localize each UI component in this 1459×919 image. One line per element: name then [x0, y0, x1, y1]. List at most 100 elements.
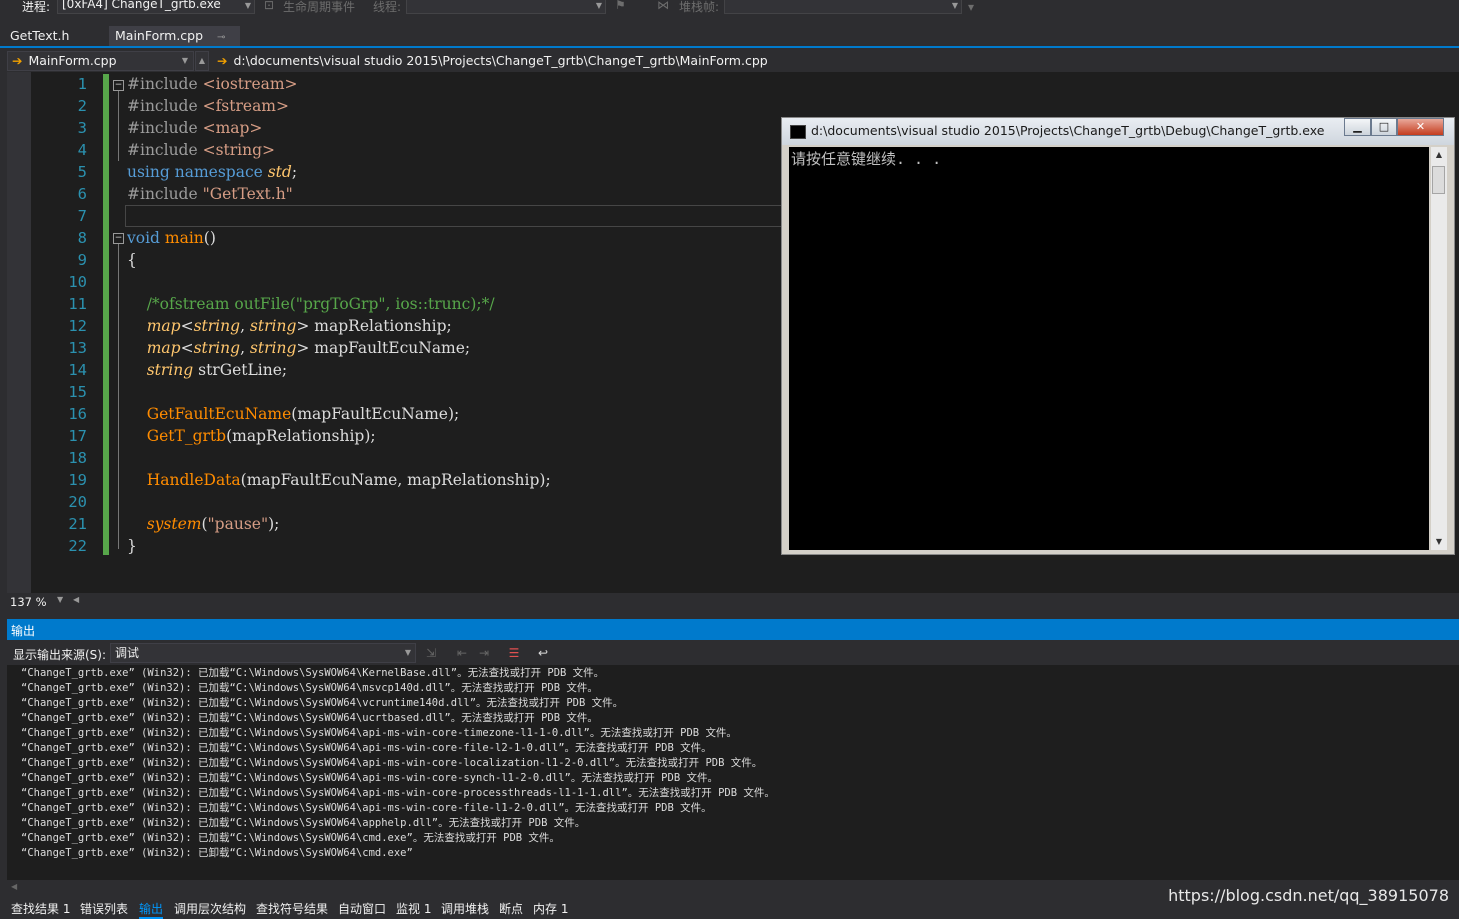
scroll-up-icon[interactable]: ▲: [1431, 147, 1447, 163]
lifecycle-icon[interactable]: ⊡: [264, 0, 274, 12]
tab-output[interactable]: 输出: [139, 900, 164, 919]
output-line: “ChangeT_grtb.exe” (Win32): 已加载“C:\Windo…: [21, 682, 598, 694]
output-line: “ChangeT_grtb.exe” (Win32): 已加载“C:\Windo…: [21, 697, 624, 709]
collapse-icon[interactable]: −: [113, 80, 124, 91]
output-line: “ChangeT_grtb.exe” (Win32): 已加载“C:\Windo…: [21, 802, 712, 814]
output-source-combo[interactable]: 调试 ▼: [110, 643, 416, 663]
output-line: “ChangeT_grtb.exe” (Win32): 已加载“C:\Windo…: [21, 787, 775, 799]
line-number: 18: [68, 449, 87, 467]
tab-breakpoints[interactable]: 断点: [499, 900, 523, 917]
outline-line: [118, 244, 119, 549]
tab-find-results-1[interactable]: 查找结果 1: [11, 900, 70, 917]
maximize-button[interactable]: □: [1371, 118, 1397, 136]
next-message-icon[interactable]: ⇥: [476, 645, 492, 661]
tab-autos[interactable]: 自动窗口: [338, 900, 386, 917]
tab-call-stack[interactable]: 调用堆栈: [441, 900, 489, 917]
member-path-combo[interactable]: ➔ d:\documents\visual studio 2015\Project…: [212, 51, 1459, 71]
indicator-margin[interactable]: [7, 72, 31, 593]
output-panel-title: 输出: [11, 624, 36, 638]
tab-label: MainForm.cpp: [115, 28, 204, 43]
output-text[interactable]: “ChangeT_grtb.exe” (Win32): 已加载“C:\Windo…: [7, 665, 1459, 880]
minimize-button[interactable]: ▁: [1344, 118, 1371, 136]
line-number: 16: [68, 405, 87, 423]
console-output[interactable]: 请按任意键继续. . .: [789, 147, 1429, 550]
tab-label: GetText.h: [10, 28, 70, 43]
clear-all-icon[interactable]: ☰: [506, 645, 522, 661]
line-number: 11: [68, 295, 87, 313]
code-line-5: using namespace std;: [127, 163, 298, 181]
current-line-highlight: [125, 205, 805, 227]
code-line-1: #include <iostream>: [127, 75, 298, 93]
pin-icon[interactable]: ⊸: [217, 32, 225, 43]
line-number: 20: [68, 493, 87, 511]
zoom-level[interactable]: 137 %: [10, 595, 47, 609]
line-number: 17: [68, 427, 87, 445]
line-number: 5: [77, 163, 87, 181]
console-text: 请按任意键继续. . .: [791, 150, 942, 168]
code-line-6: #include "GetText.h": [127, 185, 293, 203]
tab-watch-1[interactable]: 监视 1: [396, 900, 431, 917]
process-combo[interactable]: [0xFA4] ChangeT_grtb.exe ▼: [57, 0, 255, 14]
chevron-down-icon: ▼: [181, 56, 188, 65]
word-wrap-icon[interactable]: ↩: [535, 645, 551, 661]
flag-thread-icon[interactable]: ⚑: [615, 0, 626, 12]
code-line-16: GetFaultEcuName(mapFaultEcuName);: [146, 405, 460, 423]
tab-call-hierarchy[interactable]: 调用层次结构: [174, 900, 246, 917]
file-path: d:\documents\visual studio 2015\Projects…: [233, 53, 768, 68]
file-scope-combo[interactable]: ➔ MainForm.cpp ▼: [7, 51, 194, 71]
lifecycle-events-label[interactable]: 生命周期事件: [283, 0, 355, 15]
stackframe-icon: ⋈: [657, 0, 669, 12]
code-line-9: {: [127, 251, 137, 269]
output-line: “ChangeT_grtb.exe” (Win32): 已加载“C:\Windo…: [21, 712, 598, 724]
output-panel-header[interactable]: 输出: [7, 619, 1459, 640]
console-titlebar[interactable]: d:\documents\visual studio 2015\Projects…: [782, 118, 1454, 145]
previous-message-icon[interactable]: ⇤: [454, 645, 470, 661]
output-source-value: 调试: [115, 646, 140, 660]
close-button[interactable]: ✕: [1397, 118, 1444, 136]
document-tab-strip: GetText.h MainForm.cpp ⊸ ✕: [0, 26, 1459, 65]
tab-mainform-cpp[interactable]: MainForm.cpp ⊸ ✕: [109, 26, 240, 65]
tab-error-list[interactable]: 错误列表: [80, 900, 128, 917]
line-number: 2: [77, 97, 87, 115]
scroll-left-icon[interactable]: ◀: [11, 882, 17, 891]
tab-memory-1[interactable]: 内存 1: [533, 900, 568, 917]
file-scope-value: MainForm.cpp: [28, 53, 117, 68]
output-toolbar: 显示输出来源(S): 调试 ▼ ⇲ ⇤ ⇥ ☰ ↩: [7, 641, 1459, 665]
line-number: 10: [68, 273, 87, 291]
arrow-right-icon: ➔: [12, 53, 23, 68]
console-scrollbar[interactable]: ▲ ▼: [1431, 147, 1447, 550]
line-number: 1: [77, 75, 87, 93]
line-number: 6: [77, 185, 87, 203]
arrow-right-icon: ➔: [217, 53, 228, 68]
tab-find-symbol-results[interactable]: 查找符号结果: [256, 900, 328, 917]
scroll-left-icon[interactable]: ◀: [73, 595, 79, 604]
output-line: “ChangeT_grtb.exe” (Win32): 已加载“C:\Windo…: [21, 832, 560, 844]
code-line-8: void main(): [127, 229, 216, 247]
toolbar-overflow-icon[interactable]: ▾: [968, 0, 974, 14]
console-window[interactable]: d:\documents\visual studio 2015\Projects…: [781, 117, 1455, 555]
chevron-down-icon[interactable]: ▼: [57, 595, 63, 604]
scroll-thumb[interactable]: [1432, 166, 1445, 194]
code-line-14: string strGetLine;: [146, 361, 288, 379]
line-number: 8: [77, 229, 87, 247]
code-line-2: #include <fstream>: [127, 97, 289, 115]
tab-gettext-h[interactable]: GetText.h: [10, 26, 69, 46]
process-value: [0xFA4] ChangeT_grtb.exe: [62, 0, 221, 11]
scroll-down-icon[interactable]: ▼: [1431, 534, 1447, 550]
split-spinner[interactable]: ▲▼: [195, 51, 209, 83]
goto-location-icon[interactable]: ⇲: [423, 645, 439, 661]
output-line: “ChangeT_grtb.exe” (Win32): 已加载“C:\Windo…: [21, 742, 712, 754]
line-number: 7: [77, 207, 87, 225]
output-source-label: 显示输出来源(S):: [13, 648, 107, 662]
process-label: 进程:: [22, 0, 51, 14]
code-line-17: GetT_grtb(mapRelationship);: [146, 427, 376, 445]
line-number: 22: [68, 537, 87, 555]
chevron-down-icon: ▼: [404, 648, 411, 657]
thread-combo[interactable]: ▼: [406, 0, 606, 14]
line-number: 9: [77, 251, 87, 269]
watermark: https://blog.csdn.net/qq_38915078: [1168, 886, 1449, 905]
collapse-icon[interactable]: −: [113, 233, 124, 244]
line-number: 3: [77, 119, 87, 137]
code-line-22: }: [127, 537, 137, 555]
stackframe-combo[interactable]: ▼: [724, 0, 962, 14]
